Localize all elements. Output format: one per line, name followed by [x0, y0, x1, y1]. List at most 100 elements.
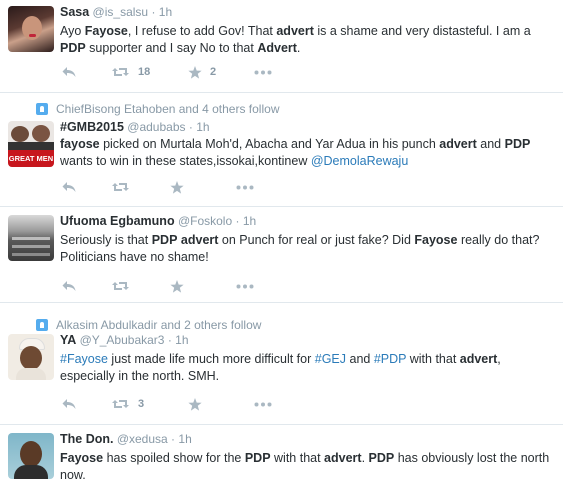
- separator-dot: ·: [188, 120, 193, 134]
- highlighted-keyword: Advert: [257, 41, 297, 55]
- tweet-actions: 18 2: [62, 63, 272, 81]
- favorite-button[interactable]: 2: [188, 65, 254, 79]
- tweet-timestamp[interactable]: 1h: [159, 5, 172, 19]
- tweet-text-segment: Ayo: [60, 24, 85, 38]
- tweet-text-segment: and: [476, 137, 505, 151]
- highlighted-keyword: advert: [439, 137, 477, 151]
- retweet-icon: [112, 183, 129, 191]
- tweet-author-handle[interactable]: @xedusa: [117, 432, 168, 446]
- avatar[interactable]: [8, 433, 54, 479]
- tweet-link[interactable]: #Fayose: [60, 352, 108, 366]
- retweet-count: 18: [138, 66, 151, 78]
- tweet-5: The Don. @xedusa · 1h Fayose has spoiled…: [0, 425, 563, 484]
- reply-icon: [62, 182, 76, 192]
- tweet-author-handle[interactable]: @Foskolo: [178, 214, 232, 228]
- tweet-actions: 3: [62, 395, 272, 413]
- highlighted-keyword: Fayose: [414, 233, 458, 247]
- highlighted-keyword: advert: [276, 24, 314, 38]
- more-button[interactable]: [254, 402, 272, 407]
- more-button[interactable]: [236, 284, 254, 289]
- tweet-author-handle[interactable]: @is_salsu: [93, 5, 149, 19]
- tweet-author-name[interactable]: The Don.: [60, 432, 113, 446]
- tweet-text: Fayose has spoiled show for the PDP with…: [60, 450, 553, 484]
- tweet-1: Sasa @is_salsu · 1h Ayo Fayose, I refuse…: [0, 0, 563, 92]
- separator-dot: ·: [151, 5, 156, 19]
- tweet-author-name[interactable]: Sasa: [60, 5, 89, 19]
- reply-icon: [62, 281, 76, 291]
- reply-button[interactable]: [62, 398, 112, 410]
- avatar[interactable]: [8, 6, 54, 52]
- reply-button[interactable]: [62, 280, 112, 292]
- tweet-link[interactable]: @DemolaRewaju: [311, 154, 408, 168]
- favorite-icon: [188, 397, 202, 411]
- tweet-text-segment: .: [361, 451, 369, 465]
- separator-dot: ·: [167, 333, 172, 347]
- retweet-button[interactable]: 18: [112, 66, 188, 78]
- tweet-author-handle[interactable]: @Y_Abubakar3: [80, 333, 165, 347]
- tweet-author-name[interactable]: YA: [60, 333, 76, 347]
- social-context-text: ChiefBisong Etahoben and 4 others follow: [56, 102, 280, 116]
- tweet-text-segment: Seriously is that: [60, 233, 152, 247]
- reply-icon: [62, 67, 76, 77]
- tweet-text-segment: just made life much more difficult for: [107, 352, 315, 366]
- tweet-text-segment: has spoiled show for the: [103, 451, 245, 465]
- highlighted-keyword: PDP: [151, 233, 178, 247]
- social-context: ChiefBisong Etahoben and 4 others follow: [36, 101, 279, 117]
- tweet-timestamp[interactable]: 1h: [175, 333, 188, 347]
- tweet-text-segment: supporter and I say No to that: [85, 41, 258, 55]
- tweet-2: ChiefBisong Etahoben and 4 others follow…: [0, 93, 563, 206]
- more-icon: [236, 185, 254, 189]
- avatar[interactable]: GREAT MEN: [8, 121, 54, 167]
- tweet-timestamp[interactable]: 1h: [243, 214, 256, 228]
- avatar[interactable]: [8, 215, 54, 261]
- separator-dot: ·: [235, 214, 240, 228]
- retweet-icon: [112, 282, 129, 290]
- more-icon: [236, 284, 254, 288]
- more-button[interactable]: [254, 70, 272, 75]
- more-icon: [254, 70, 272, 74]
- tweet-text-segment: on Punch for real or just fake? Did: [218, 233, 415, 247]
- highlighted-keyword: advert: [459, 352, 498, 366]
- reply-button[interactable]: [62, 66, 112, 78]
- social-context-text: Alkasim Abdulkadir and 2 others follow: [56, 318, 262, 332]
- follow-context-icon: [36, 103, 48, 115]
- highlighted-keyword: fayose: [60, 137, 100, 151]
- highlighted-keyword: PDP: [244, 451, 271, 465]
- retweet-button[interactable]: [112, 280, 170, 292]
- separator-dot: ·: [171, 432, 176, 446]
- retweet-button[interactable]: [112, 181, 170, 193]
- favorite-icon: [188, 65, 202, 79]
- favorite-button[interactable]: [170, 279, 236, 293]
- tweet-text: #Fayose just made life much more difficu…: [60, 351, 553, 385]
- tweet-author-handle[interactable]: @adubabs: [127, 120, 185, 134]
- reply-icon: [62, 399, 76, 409]
- favorite-button[interactable]: [170, 180, 236, 194]
- tweet-4: Alkasim Abdulkadir and 2 others follow Y…: [0, 303, 563, 424]
- social-context: Alkasim Abdulkadir and 2 others follow: [36, 317, 261, 333]
- tweet-text-segment: , I refuse to add Gov! That: [127, 24, 277, 38]
- avatar-caption: GREAT MEN: [8, 150, 54, 167]
- tweet-actions: [62, 277, 254, 295]
- tweet-text-segment: wants to win in these states,issokai,kon…: [60, 154, 311, 168]
- tweet-text-segment: with that: [270, 451, 325, 465]
- tweet-author-name[interactable]: #GMB2015: [60, 120, 124, 134]
- favorite-button[interactable]: [188, 397, 254, 411]
- tweet-author-name[interactable]: Ufuoma Egbamuno: [60, 214, 175, 228]
- highlighted-keyword: Fayose: [84, 24, 128, 38]
- tweet-text-segment: .: [296, 41, 301, 55]
- avatar[interactable]: [8, 334, 54, 380]
- retweet-icon: [112, 400, 129, 408]
- tweet-link[interactable]: #GEJ: [315, 352, 346, 366]
- tweet-text-segment: picked on Murtala Moh'd, Abacha and Yar …: [99, 137, 440, 151]
- tweet-text: Ayo Fayose, I refuse to add Gov! That ad…: [60, 23, 553, 57]
- more-icon: [254, 402, 272, 406]
- retweet-button[interactable]: 3: [112, 398, 188, 410]
- more-button[interactable]: [236, 185, 254, 190]
- favorite-icon: [170, 279, 184, 293]
- tweet-link[interactable]: #PDP: [374, 352, 406, 366]
- tweet-timestamp[interactable]: 1h: [178, 432, 191, 446]
- highlighted-keyword: advert: [180, 233, 219, 247]
- reply-button[interactable]: [62, 181, 112, 193]
- highlighted-keyword: PDP: [368, 451, 395, 465]
- tweet-timestamp[interactable]: 1h: [196, 120, 209, 134]
